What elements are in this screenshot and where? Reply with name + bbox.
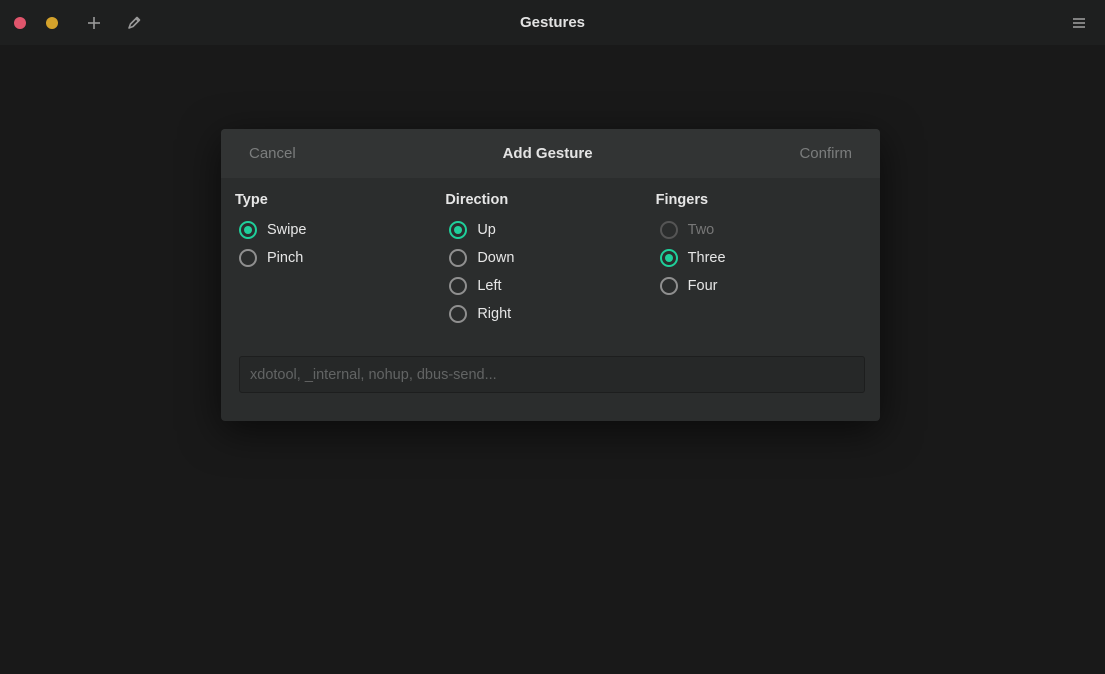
modal-title: Add Gesture	[503, 145, 593, 162]
fingers-radio-three[interactable]: Three	[656, 244, 866, 272]
command-input[interactable]	[239, 356, 865, 393]
radio-label: Right	[477, 306, 511, 322]
add-gesture-modal: Cancel Add Gesture Confirm Type Swipe Pin…	[221, 129, 880, 421]
titlebar: Gestures	[0, 0, 1105, 45]
radio-icon	[660, 277, 678, 295]
radio-icon	[239, 221, 257, 239]
direction-radio-left[interactable]: Left	[445, 272, 655, 300]
radio-label: Down	[477, 250, 514, 266]
direction-radio-down[interactable]: Down	[445, 244, 655, 272]
radio-icon	[449, 221, 467, 239]
modal-body: Type Swipe Pinch Direction Up Down Left Righ…	[221, 178, 880, 421]
radio-icon	[449, 305, 467, 323]
fingers-column: Fingers Two Three Four	[656, 192, 866, 328]
window-controls	[14, 17, 58, 29]
direction-header: Direction	[445, 192, 655, 208]
radio-icon	[449, 249, 467, 267]
radio-label: Pinch	[267, 250, 303, 266]
edit-icon[interactable]	[126, 15, 142, 31]
radio-label: Swipe	[267, 222, 307, 238]
radio-icon	[660, 221, 678, 239]
direction-radio-up[interactable]: Up	[445, 216, 655, 244]
radio-label: Up	[477, 222, 496, 238]
confirm-button[interactable]: Confirm	[799, 145, 852, 162]
direction-radio-right[interactable]: Right	[445, 300, 655, 328]
radio-icon	[660, 249, 678, 267]
type-header: Type	[235, 192, 445, 208]
radio-label: Left	[477, 278, 501, 294]
fingers-radio-two: Two	[656, 216, 866, 244]
minimize-window-button[interactable]	[46, 17, 58, 29]
titlebar-actions	[86, 15, 142, 31]
cancel-button[interactable]: Cancel	[249, 145, 296, 162]
radio-label: Two	[688, 222, 715, 238]
add-icon[interactable]	[86, 15, 102, 31]
options-columns: Type Swipe Pinch Direction Up Down Left Righ…	[235, 192, 866, 328]
fingers-header: Fingers	[656, 192, 866, 208]
radio-label: Three	[688, 250, 726, 266]
type-radio-pinch[interactable]: Pinch	[235, 244, 445, 272]
direction-column: Direction Up Down Left Right	[445, 192, 655, 328]
type-radio-swipe[interactable]: Swipe	[235, 216, 445, 244]
modal-header: Cancel Add Gesture Confirm	[221, 129, 880, 178]
hamburger-menu-icon[interactable]	[1071, 15, 1087, 31]
app-title: Gestures	[520, 14, 585, 31]
radio-icon	[449, 277, 467, 295]
radio-label: Four	[688, 278, 718, 294]
type-column: Type Swipe Pinch	[235, 192, 445, 328]
fingers-radio-four[interactable]: Four	[656, 272, 866, 300]
close-window-button[interactable]	[14, 17, 26, 29]
radio-icon	[239, 249, 257, 267]
